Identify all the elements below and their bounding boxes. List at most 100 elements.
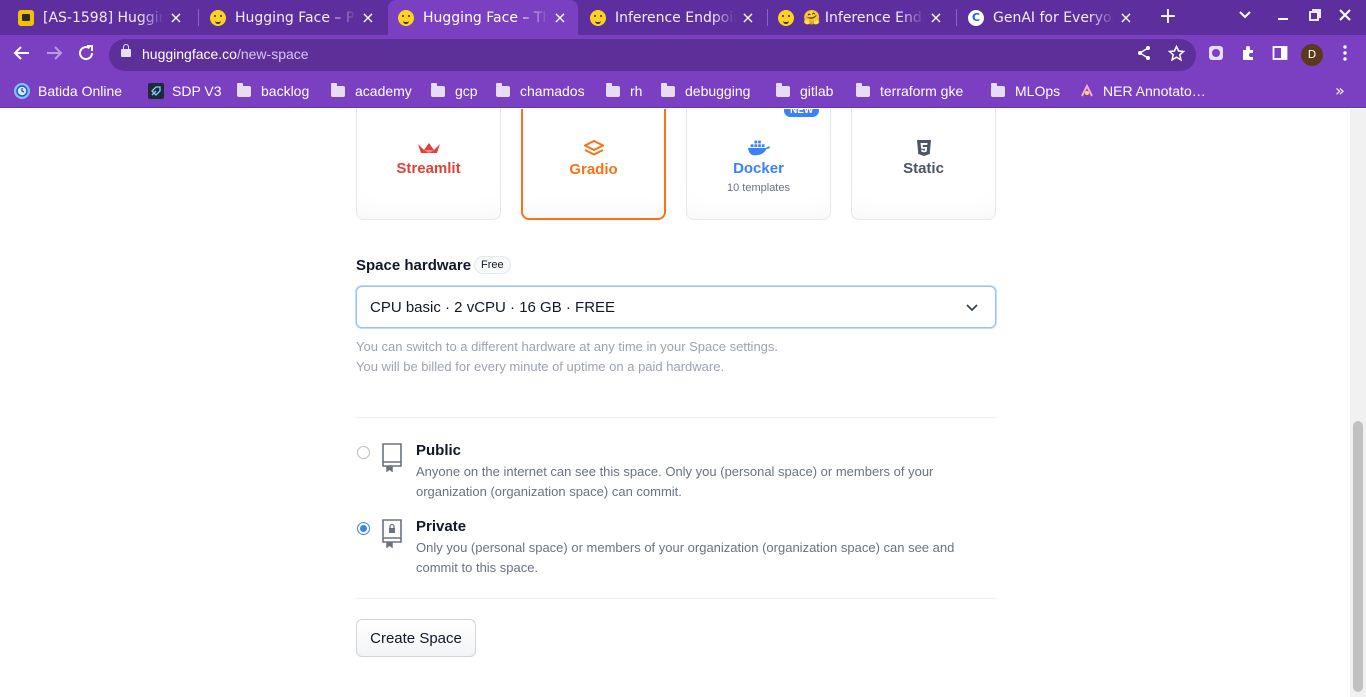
close-tab-icon[interactable]: × (360, 8, 376, 27)
tab-genai-for-everyone[interactable]: C GenAI for Everyon × (958, 4, 1144, 31)
bookmarks-bar: Batida Online SDP V3 backlog academy gcp… (0, 75, 1366, 108)
back-icon[interactable] (11, 44, 33, 66)
tab-inference-endpoints-2[interactable]: 🤗 Inference Endp × (768, 4, 954, 31)
tab-search-chevron-icon[interactable] (1235, 7, 1255, 27)
side-panel-icon[interactable] (1270, 45, 1290, 65)
bookmark-batida-online[interactable]: Batida Online (14, 81, 122, 101)
folder-icon (661, 82, 675, 97)
profile-avatar[interactable]: D (1301, 44, 1323, 66)
tab-title: [AS-1598] Hugging (43, 9, 164, 26)
tab-hugging-face-private[interactable]: Hugging Face – Pri × (200, 4, 386, 31)
sdk-option-streamlit[interactable]: Streamlit (356, 109, 501, 220)
bookmark-academy[interactable]: academy (331, 81, 412, 101)
bookmark-sdp-v3[interactable]: SDP V3 (148, 81, 222, 101)
hardware-selected-value: CPU basic · 2 vCPU · 16 GB · FREE (370, 298, 616, 316)
sdk-name: Docker (733, 160, 784, 177)
puzzle-icon[interactable] (1238, 45, 1258, 65)
folder-icon (991, 82, 1005, 97)
hugging-face-icon (590, 9, 606, 26)
lock-icon[interactable] (121, 44, 131, 57)
coursera-icon: C (968, 9, 984, 26)
close-tab-icon[interactable]: × (168, 8, 184, 27)
sdk-option-gradio[interactable]: Gradio (521, 109, 666, 220)
bookmark-debugging[interactable]: debugging (661, 81, 750, 101)
private-radio[interactable] (357, 522, 370, 535)
tab-jira[interactable]: [AS-1598] Hugging × (8, 4, 194, 31)
more-bookmarks-icon[interactable]: » (1335, 81, 1345, 100)
folder-icon (606, 82, 620, 97)
tab-title: GenAI for Everyon (993, 9, 1114, 26)
minimize-icon[interactable] (1273, 7, 1293, 27)
bookmark-ner-annotator[interactable]: NER Annotato… (1079, 81, 1206, 101)
close-tab-icon[interactable]: × (740, 8, 756, 27)
folder-icon (237, 82, 251, 97)
html5-logo-icon (912, 138, 936, 158)
space-hardware-label: Space hardware (356, 257, 472, 274)
page-scrollbar[interactable] (1350, 109, 1366, 697)
hardware-hint-billing: You will be billed for every minute of u… (356, 359, 725, 374)
bookmark-mlops[interactable]: MLOps (991, 81, 1060, 101)
sdk-name: Static (903, 160, 944, 177)
hugging-face-icon (398, 9, 414, 26)
sdk-name: Streamlit (396, 160, 461, 177)
bookmark-label: terraform gke (880, 83, 964, 99)
browser-toolbar: huggingface.co/new-space D (0, 35, 1366, 75)
close-tab-icon[interactable]: × (552, 8, 568, 27)
folder-icon (776, 82, 790, 97)
bookmark-gitlab[interactable]: gitlab (776, 81, 833, 101)
url-text[interactable]: huggingface.co/new-space (142, 46, 309, 62)
bookmark-star-icon[interactable] (1166, 44, 1186, 65)
free-tag: Free (474, 256, 511, 274)
bookmark-label: rh (630, 83, 643, 99)
create-space-button[interactable]: Create Space (356, 619, 476, 657)
bookmark-backlog[interactable]: backlog (237, 81, 309, 101)
bookmark-label: chamados (520, 83, 585, 99)
address-bar[interactable]: huggingface.co/new-space (109, 39, 1196, 71)
scrollbar-thumb[interactable] (1353, 421, 1363, 692)
annotation-icon (1079, 83, 1095, 99)
tab-title: Inference Endpoin (615, 9, 736, 26)
private-description: Only you (personal space) or members of … (416, 540, 955, 575)
new-tab-icon[interactable]: + (1158, 6, 1178, 28)
tab-strip: [AS-1598] Hugging × Hugging Face – Pri ×… (0, 0, 1366, 35)
maximize-icon[interactable] (1305, 7, 1325, 27)
share-icon[interactable] (1134, 45, 1154, 65)
docker-logo-icon (747, 138, 771, 158)
menu-dots-icon[interactable] (1335, 45, 1355, 65)
close-window-icon[interactable] (1335, 7, 1355, 27)
bookmark-gcp[interactable]: gcp (431, 81, 478, 101)
tab-title: 🤗 Inference Endp (803, 9, 924, 26)
sdk-option-static[interactable]: Static (851, 109, 996, 220)
bookmark-rh[interactable]: rh (606, 81, 642, 101)
section-divider (356, 598, 996, 599)
page-content: Streamlit Gradio NEW Docker 10 templates… (0, 109, 1350, 697)
sdk-option-docker[interactable]: NEW Docker 10 templates (686, 109, 831, 220)
url-host: huggingface.co (142, 46, 237, 62)
hardware-select[interactable]: CPU basic · 2 vCPU · 16 GB · FREE (356, 286, 996, 328)
close-tab-icon[interactable]: × (928, 8, 944, 27)
public-title: Public (416, 442, 462, 459)
bookmark-label: NER Annotato… (1103, 83, 1206, 99)
hardware-hint-switch: You can switch to a different hardware a… (356, 339, 779, 354)
clock-icon (14, 83, 30, 99)
public-repo-icon (381, 442, 405, 473)
reload-icon[interactable] (75, 44, 97, 66)
tab-title: Hugging Face – Th (423, 9, 548, 26)
streamlit-logo-icon (417, 138, 441, 158)
bookmark-chamados[interactable]: chamados (496, 81, 585, 101)
close-tab-icon[interactable]: × (1118, 8, 1134, 27)
tab-hugging-face-active[interactable]: Hugging Face – Th × (388, 0, 578, 35)
sdk-name: Gradio (569, 161, 618, 178)
bookmark-terraform-gke[interactable]: terraform gke (856, 81, 963, 101)
folder-icon (431, 82, 445, 97)
hugging-face-icon (210, 9, 226, 26)
bookmark-label: academy (355, 83, 412, 99)
public-description: Anyone on the internet can see this spac… (416, 464, 934, 499)
tab-inference-endpoints[interactable]: Inference Endpoin × (580, 4, 766, 31)
bookmark-label: debugging (685, 83, 751, 99)
tab-separator (198, 9, 199, 26)
extension-icon[interactable] (1206, 45, 1226, 65)
public-radio[interactable] (357, 446, 370, 459)
bookmark-label: gitlab (800, 83, 834, 99)
forward-icon[interactable] (43, 44, 65, 66)
